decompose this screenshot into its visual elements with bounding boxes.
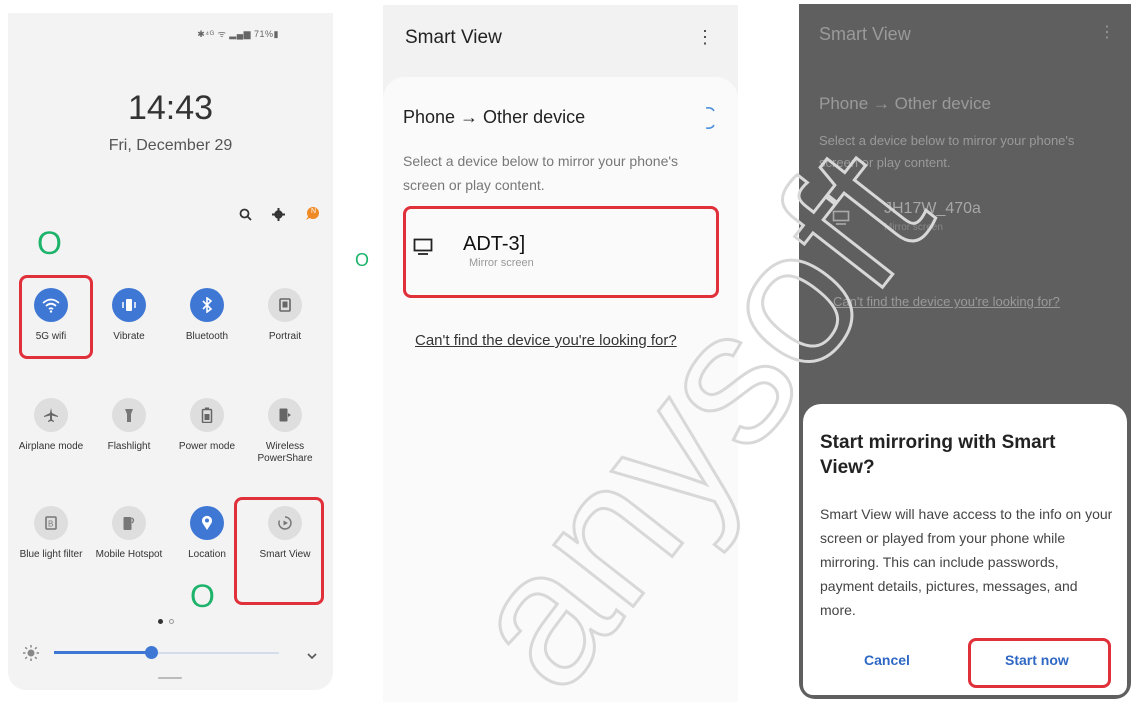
badge-text: N [311, 208, 317, 215]
location-icon [190, 506, 224, 540]
loading-spinner-icon [702, 105, 716, 136]
tile-label: Airplane mode [18, 441, 84, 452]
tile-label: Flashlight [107, 441, 151, 452]
brightness-slider[interactable] [22, 642, 319, 664]
panel-handle[interactable] [158, 677, 182, 679]
section-heading: Phone → Other device [819, 94, 991, 113]
search-icon[interactable] [239, 208, 252, 226]
hotspot-icon [112, 506, 146, 540]
flashlight-icon [112, 398, 146, 432]
bluetooth-icon [190, 288, 224, 322]
device-name: JH17W_470a [884, 200, 981, 217]
quick-panel-toolbar: N [239, 207, 319, 226]
help-link[interactable]: Can't find the device you're looking for… [415, 332, 677, 349]
more-options-icon[interactable]: ⋮ [696, 27, 714, 48]
clock: 14:43 [127, 89, 214, 127]
notification-badge-icon[interactable]: N [305, 207, 319, 226]
tile-label: Portrait [268, 331, 302, 342]
smart-view-screen: Smart View ⋮ Phone → Other device Select… [383, 5, 738, 702]
device-subtitle: Mirror screen [884, 222, 943, 233]
tile-flashlight[interactable]: Flashlight [93, 398, 165, 453]
tile-wireless-powershare[interactable]: Wireless PowerShare [249, 398, 321, 465]
tile-bluetooth[interactable]: Bluetooth [171, 288, 243, 343]
tile-power-mode[interactable]: Power mode [171, 398, 243, 453]
portrait-icon [268, 288, 302, 322]
brightness-fill [54, 651, 151, 654]
page-indicator [158, 619, 174, 624]
gear-icon[interactable] [272, 207, 285, 226]
brightness-handle[interactable] [144, 646, 158, 659]
battery-icon [190, 398, 224, 432]
tile-blue-light-filter[interactable]: B Blue light filter [15, 506, 87, 561]
section-description: Select a device below to mirror your pho… [403, 153, 679, 193]
highlight-smart-view-tile [234, 497, 324, 605]
chevron-down-icon[interactable] [307, 647, 317, 665]
mirror-confirm-screen: Smart View ⋮ Phone → Other device Select… [799, 4, 1131, 699]
status-bar: ✱⁴ᴳ ᯤ ▂▄▆ 71%▮ [197, 29, 279, 39]
dialog-title: Start mirroring with Smart View? [820, 432, 1056, 478]
step-marker: O [190, 578, 215, 614]
tile-label: Vibrate [113, 331, 145, 342]
vibrate-icon [112, 288, 146, 322]
page-title: Smart View [405, 27, 502, 48]
step-marker: O [355, 250, 370, 270]
dialog-body: Smart View will have access to the info … [820, 506, 1113, 618]
highlight-start-now [968, 638, 1111, 688]
svg-text:B: B [48, 520, 53, 529]
page-title: Smart View [819, 24, 911, 44]
help-link: Can't find the device you're looking for… [833, 294, 1060, 309]
tile-label: Wireless PowerShare [257, 441, 313, 464]
date: Fri, December 29 [108, 137, 233, 154]
section-description: Select a device below to mirror your pho… [819, 133, 1075, 170]
tile-label: Bluetooth [185, 331, 229, 342]
page-dot-active [158, 619, 163, 624]
section-heading: Phone → Other device [403, 107, 586, 127]
brightness-icon [22, 644, 40, 667]
tile-label: Blue light filter [19, 549, 83, 560]
step-marker: O [37, 225, 62, 261]
page-dot [169, 619, 174, 624]
tile-label: Power mode [178, 441, 236, 452]
tile-portrait[interactable]: Portrait [249, 288, 321, 343]
more-options-icon[interactable]: ⋮ [1099, 22, 1115, 42]
tile-mobile-hotspot[interactable]: Mobile Hotspot [93, 506, 165, 561]
blue-light-icon: B [34, 506, 68, 540]
tile-airplane[interactable]: Airplane mode [15, 398, 87, 453]
tile-label: Mobile Hotspot [95, 549, 163, 560]
tile-label: Location [188, 549, 226, 560]
device-list-item[interactable] [403, 206, 719, 298]
powershare-icon [268, 398, 302, 432]
airplane-icon [34, 398, 68, 432]
cancel-button[interactable]: Cancel [864, 652, 910, 668]
monitor-icon [832, 210, 850, 231]
tile-vibrate[interactable]: Vibrate [93, 288, 165, 343]
highlight-wifi-tile [19, 275, 93, 359]
tile-location[interactable]: Location [171, 506, 243, 561]
